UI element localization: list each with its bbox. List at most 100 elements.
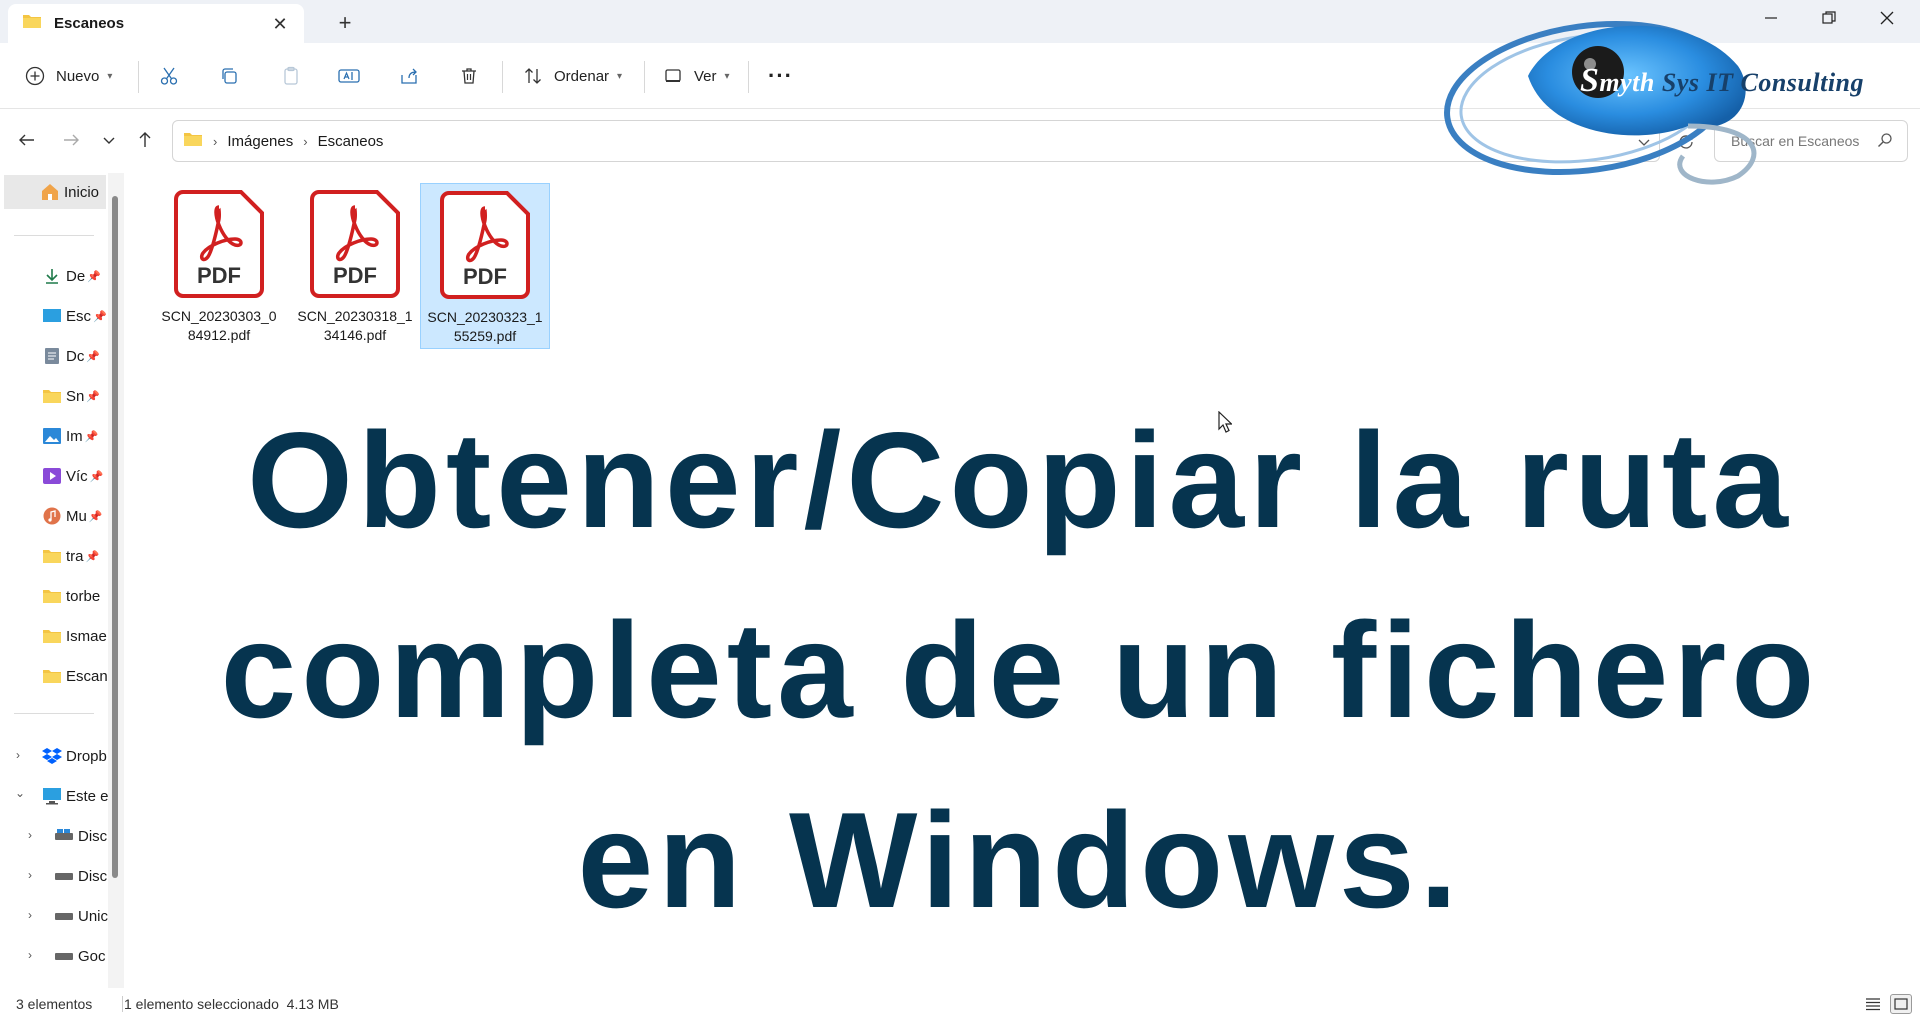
drive-icon xyxy=(54,826,74,846)
sidebar-divider xyxy=(14,713,94,714)
pin-icon: 📌 xyxy=(86,390,101,403)
sidebar-item-this-pc[interactable]: Este e xyxy=(0,779,110,813)
sidebar-item-music[interactable]: Mu 📌 xyxy=(0,499,110,533)
sidebar-item-pictures[interactable]: Im 📌 xyxy=(0,419,110,453)
new-label: Nuevo xyxy=(56,67,100,85)
paste-button[interactable] xyxy=(280,57,302,95)
back-arrow-icon[interactable] xyxy=(12,125,42,155)
breadcrumb-escaneos[interactable]: Escaneos xyxy=(318,133,384,150)
large-icons-view-icon[interactable] xyxy=(1890,994,1912,1014)
sidebar-item-desktop[interactable]: Esc 📌 xyxy=(0,299,110,333)
status-bar: 3 elementos 1 elemento seleccionado 4.13… xyxy=(0,988,1920,1020)
view-button[interactable]: Ver ▾ xyxy=(662,57,730,95)
toolbar-divider xyxy=(748,61,749,93)
more-options-icon[interactable]: ··· xyxy=(768,57,793,95)
desktop-icon xyxy=(42,306,62,326)
pdf-file-icon: PDF xyxy=(309,189,401,299)
file-item-selected[interactable]: PDF SCN_20230323_155259.pdf xyxy=(420,183,550,349)
forward-arrow-icon[interactable] xyxy=(56,125,86,155)
dropbox-icon xyxy=(42,746,62,766)
pin-icon: 📌 xyxy=(89,470,104,483)
scissors-icon xyxy=(158,65,180,87)
sidebar-item-folder-tra[interactable]: tra 📌 xyxy=(0,539,110,573)
breadcrumb-imagenes[interactable]: Imágenes xyxy=(227,133,293,150)
sidebar-item-folder-sn[interactable]: Sn 📌 xyxy=(0,379,110,413)
sidebar-item-documents[interactable]: Dc 📌 xyxy=(0,339,110,373)
view-layout-icon xyxy=(662,65,684,87)
trash-icon xyxy=(458,65,480,87)
file-item[interactable]: PDF SCN_20230318_134146.pdf xyxy=(290,183,420,349)
pictures-icon xyxy=(42,426,62,446)
sidebar-item-drive-3[interactable]: Unic xyxy=(0,899,110,933)
navigation-pane: Inicio De 📌 Esc 📌 Dc 📌 Sn 📌 Im 📌 Víc 📌 Mu 📌 tra… xyxy=(0,173,124,988)
sidebar-item-label: torbe xyxy=(66,587,101,605)
headline-line-3: en Windows. xyxy=(577,784,1463,936)
new-tab-button[interactable]: + xyxy=(330,8,360,38)
sidebar-item-videos[interactable]: Víc 📌 xyxy=(0,459,110,493)
chevron-down-icon: ▾ xyxy=(107,70,113,82)
new-button[interactable]: Nuevo ▾ xyxy=(24,57,112,95)
chevron-right-icon: › xyxy=(213,133,218,149)
close-tab-icon[interactable]: ✕ xyxy=(268,12,292,36)
selection-info: 1 elemento seleccionado 4.13 MB xyxy=(124,996,339,1012)
recent-chevron-icon[interactable] xyxy=(94,125,124,155)
share-button[interactable] xyxy=(398,57,420,95)
sidebar-item-downloads[interactable]: De 📌 xyxy=(0,259,110,293)
up-arrow-icon[interactable] xyxy=(130,125,160,155)
sidebar-item-label: Esc xyxy=(66,307,92,325)
delete-button[interactable] xyxy=(458,57,480,95)
rename-button[interactable] xyxy=(338,57,360,95)
drive-icon xyxy=(54,866,74,886)
chevron-down-icon: ▾ xyxy=(617,70,623,82)
sidebar-item-label: Dc xyxy=(66,347,85,365)
sidebar-item-label: Escan xyxy=(66,667,108,685)
sidebar-item-folder-escan[interactable]: Escan xyxy=(0,659,110,693)
file-name: SCN_20230323_155259.pdf xyxy=(427,309,543,344)
tab-escaneos[interactable]: Escaneos ✕ xyxy=(8,4,304,43)
sidebar-item-folder-ismae[interactable]: Ismae xyxy=(0,619,110,653)
sidebar-item-drive-2[interactable]: Disc xyxy=(0,859,110,893)
folder-icon xyxy=(183,131,203,151)
address-bar[interactable]: › Imágenes › Escaneos xyxy=(172,120,1660,162)
pdf-badge-text: PDF xyxy=(197,263,241,288)
sidebar-item-home[interactable]: Inicio xyxy=(4,175,106,209)
sidebar-item-label: tra xyxy=(66,547,84,565)
sidebar-item-label: Víc xyxy=(66,467,88,485)
file-item[interactable]: PDF SCN_20230303_084912.pdf xyxy=(154,183,284,349)
sidebar-item-label: Este e xyxy=(66,787,109,805)
sidebar-item-label: Mu xyxy=(66,507,87,525)
details-view-icon[interactable] xyxy=(1862,994,1884,1014)
sidebar-item-label: Disc xyxy=(78,867,108,885)
sidebar-item-folder-torbe[interactable]: torbe xyxy=(0,579,110,613)
sidebar-scroll-thumb[interactable] xyxy=(112,196,118,878)
logo-text-dark: Sys IT Consulting xyxy=(1661,68,1865,97)
view-label: Ver xyxy=(694,67,717,85)
rename-icon xyxy=(338,65,360,87)
pdf-file-icon: PDF xyxy=(439,190,531,300)
search-icon xyxy=(1877,132,1893,151)
sidebar-item-drive-1[interactable]: Disc xyxy=(0,819,110,853)
download-icon xyxy=(42,266,62,286)
plus-circle-icon xyxy=(24,65,46,87)
video-icon xyxy=(42,466,62,486)
cut-button[interactable] xyxy=(158,57,180,95)
copy-button[interactable] xyxy=(218,57,240,95)
pdf-badge-text: PDF xyxy=(463,264,507,289)
computer-icon xyxy=(42,786,62,806)
sidebar-item-drive-4[interactable]: Goc xyxy=(0,939,110,973)
sidebar-item-label: Sn xyxy=(66,387,85,405)
headline-line-2: completa de un fichero xyxy=(220,594,1820,746)
sidebar-item-label: Dropb xyxy=(66,747,107,765)
item-count: 3 elementos xyxy=(16,996,93,1012)
sidebar-item-label: De xyxy=(66,267,86,285)
sidebar-item-label: Ismae xyxy=(66,627,107,645)
sidebar-item-label: Inicio xyxy=(64,183,100,201)
logo-text: Smyth Sys IT Consulting xyxy=(1580,62,1864,100)
sort-button[interactable]: Ordenar ▾ xyxy=(522,57,622,95)
folder-icon xyxy=(42,666,62,686)
sidebar-item-label: Unic xyxy=(78,907,109,925)
company-logo: Smyth Sys IT Consulting xyxy=(1438,6,1878,196)
pin-icon: 📌 xyxy=(85,550,100,563)
toolbar-divider xyxy=(138,61,139,93)
sidebar-item-dropbox[interactable]: Dropb xyxy=(0,739,110,773)
